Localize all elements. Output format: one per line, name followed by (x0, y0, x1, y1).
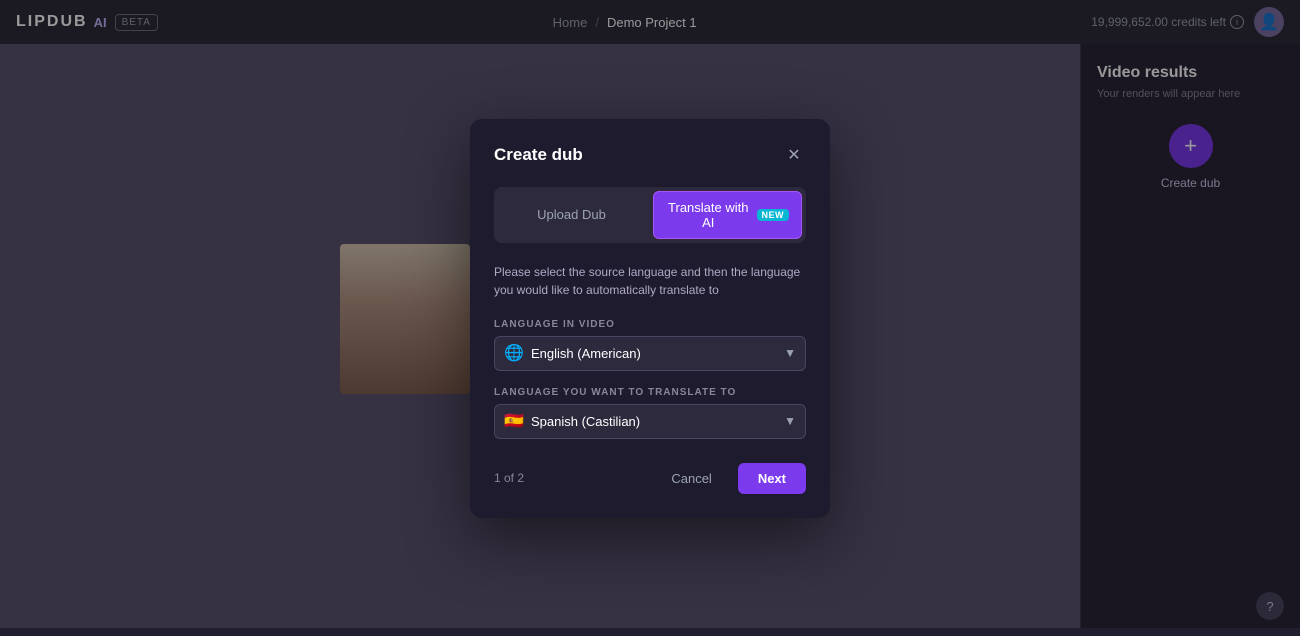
modal-tabs: Upload Dub Translate with AI NEW (494, 187, 806, 243)
language-in-video-wrapper: 🌐 English (American) English (British) F… (494, 336, 806, 371)
language-translate-group: LANGUAGE YOU WANT TO TRANSLATE TO 🇪🇸 Spa… (494, 387, 806, 439)
modal-footer: 1 of 2 Cancel Next (494, 463, 806, 494)
modal-close-button[interactable]: ✕ (782, 143, 806, 167)
new-badge: NEW (757, 209, 790, 221)
modal-header: Create dub ✕ (494, 143, 806, 167)
modal-overlay: Create dub ✕ Upload Dub Translate with A… (0, 0, 1300, 636)
create-dub-modal: Create dub ✕ Upload Dub Translate with A… (470, 119, 830, 518)
language-translate-label: LANGUAGE YOU WANT TO TRANSLATE TO (494, 387, 806, 398)
tab-translate-label: Translate with AI (666, 200, 751, 230)
tab-translate-ai[interactable]: Translate with AI NEW (653, 191, 802, 239)
modal-description: Please select the source language and th… (494, 263, 806, 299)
language-in-video-group: LANGUAGE IN VIDEO 🌐 English (American) E… (494, 319, 806, 371)
language-in-video-label: LANGUAGE IN VIDEO (494, 319, 806, 330)
language-in-video-select[interactable]: English (American) English (British) Fre… (494, 336, 806, 371)
next-button[interactable]: Next (738, 463, 806, 494)
modal-title: Create dub (494, 145, 583, 165)
tab-upload-dub[interactable]: Upload Dub (498, 191, 645, 239)
language-translate-wrapper: 🇪🇸 Spanish (Castilian) French German Ita… (494, 404, 806, 439)
page-indicator: 1 of 2 (494, 471, 524, 485)
footer-buttons: Cancel Next (655, 463, 806, 494)
cancel-button[interactable]: Cancel (655, 463, 727, 494)
language-translate-select[interactable]: Spanish (Castilian) French German Italia… (494, 404, 806, 439)
